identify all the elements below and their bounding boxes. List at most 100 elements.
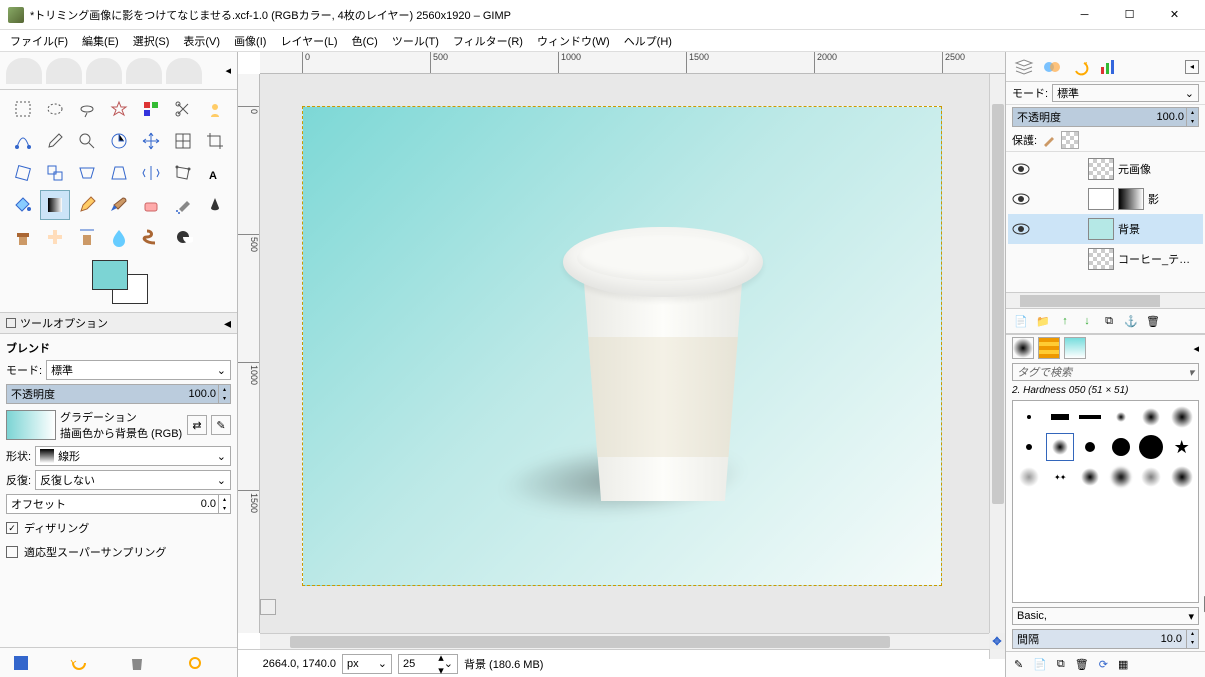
move-tool[interactable] [136, 126, 166, 156]
shear-tool[interactable] [72, 158, 102, 188]
channels-tab[interactable] [1040, 55, 1064, 79]
close-button[interactable]: ✕ [1152, 1, 1197, 29]
anchor-layer-button[interactable]: ⚓ [1122, 312, 1140, 330]
layer-name[interactable]: コーヒー_テイクアウト [1118, 251, 1199, 267]
blur-tool[interactable] [104, 222, 134, 252]
zoom-tool[interactable] [72, 126, 102, 156]
layer-mask-thumbnail[interactable] [1118, 188, 1144, 210]
offset-slider[interactable]: オフセット0.0 ▴▾ [6, 494, 231, 514]
patterns-tab[interactable] [1038, 337, 1060, 359]
menu-color[interactable]: 色(C) [348, 31, 382, 51]
brush-item[interactable] [1076, 463, 1105, 491]
navigate-icon[interactable]: ✥ [989, 633, 1005, 649]
layer-thumbnail[interactable] [1088, 218, 1114, 240]
undo-tab[interactable] [1068, 55, 1092, 79]
paintbrush-tool[interactable] [104, 190, 134, 220]
reset-preset-icon[interactable] [186, 654, 204, 672]
brush-item[interactable] [1015, 433, 1044, 461]
perspective-tool[interactable] [104, 158, 134, 188]
visibility-icon[interactable] [1012, 222, 1030, 236]
duplicate-brush-button[interactable]: ⧉ [1057, 658, 1065, 671]
new-brush-button[interactable]: 📄 [1033, 658, 1047, 671]
gradient-edit-button[interactable]: ✎ [211, 415, 231, 435]
unit-select[interactable]: px⌄ [342, 654, 392, 674]
menu-tool[interactable]: ツール(T) [388, 31, 443, 51]
scissors-tool[interactable] [168, 94, 198, 124]
brush-item[interactable] [1015, 403, 1044, 431]
refresh-brush-button[interactable]: ⟳ [1099, 658, 1108, 671]
maximize-button[interactable]: ☐ [1107, 1, 1152, 29]
brush-item[interactable] [1015, 463, 1044, 491]
brush-item[interactable] [1076, 403, 1105, 431]
minimize-button[interactable]: ─ [1062, 1, 1107, 29]
bucket-fill-tool[interactable] [8, 190, 38, 220]
ellipse-select-tool[interactable] [40, 94, 70, 124]
align-tool[interactable] [168, 126, 198, 156]
dither-checkbox[interactable]: ✓ディザリング [6, 518, 231, 538]
layer-opacity-slider[interactable]: 不透明度100.0 ▴▾ [1012, 107, 1199, 127]
delete-preset-icon[interactable] [128, 654, 146, 672]
paths-tool[interactable] [8, 126, 38, 156]
brush-item[interactable] [1168, 403, 1197, 431]
layer-row[interactable]: 影 [1008, 184, 1203, 214]
gradient-reverse-button[interactable]: ⇄ [187, 415, 207, 435]
brush-preset-select[interactable]: Basic,▾ [1012, 607, 1199, 625]
fuzzy-select-tool[interactable] [104, 94, 134, 124]
mode-select[interactable]: 標準⌄ [46, 360, 231, 380]
perspective-clone-tool[interactable] [72, 222, 102, 252]
cage-tool[interactable] [168, 158, 198, 188]
layer-row[interactable]: コーヒー_テイクアウト [1008, 244, 1203, 274]
brush-item[interactable] [1107, 433, 1136, 461]
lock-pixels-icon[interactable] [1041, 132, 1057, 148]
pencil-tool[interactable] [72, 190, 102, 220]
clone-tool[interactable] [8, 222, 38, 252]
foreground-select-tool[interactable] [200, 94, 230, 124]
toolbox-menu-icon[interactable]: ◂ [225, 64, 231, 77]
shape-select[interactable]: 線形⌄ [35, 446, 231, 466]
brush-dock-menu-icon[interactable]: ◂ [1193, 342, 1199, 355]
repeat-select[interactable]: 反復しない⌄ [35, 470, 231, 490]
lasso-tool[interactable] [72, 94, 102, 124]
brush-item[interactable] [1137, 403, 1166, 431]
vertical-scrollbar[interactable] [989, 74, 1005, 659]
opacity-slider[interactable]: 不透明度100.0 ▴▾ [6, 384, 231, 404]
layer-row[interactable]: 背景 [1008, 214, 1203, 244]
brush-item[interactable] [1107, 463, 1136, 491]
layer-row[interactable]: 元画像 [1008, 154, 1203, 184]
panel-menu-icon[interactable]: ◂ [224, 315, 231, 332]
brush-item[interactable] [1168, 463, 1197, 491]
menu-view[interactable]: 表示(V) [179, 31, 224, 51]
visibility-icon[interactable] [1012, 192, 1030, 206]
delete-brush-button[interactable]: 🗑 [1075, 658, 1089, 671]
layer-down-button[interactable]: ↓ [1078, 312, 1096, 330]
histogram-tab[interactable] [1096, 55, 1120, 79]
layer-thumbnail[interactable] [1088, 188, 1114, 210]
brush-item[interactable] [1107, 403, 1136, 431]
dock-menu-icon[interactable]: ◂ [1185, 60, 1199, 74]
horizontal-scrollbar[interactable] [260, 633, 1005, 649]
menu-file[interactable]: ファイル(F) [6, 31, 72, 51]
foreground-color[interactable] [92, 260, 128, 290]
gradients-tab[interactable] [1064, 337, 1086, 359]
measure-tool[interactable] [104, 126, 134, 156]
menu-image[interactable]: 画像(I) [230, 31, 270, 51]
brushes-tab[interactable] [1012, 337, 1034, 359]
vertical-ruler[interactable]: 0 500 1000 1500 [238, 74, 260, 633]
brush-item[interactable] [1137, 463, 1166, 491]
text-tool[interactable]: A [200, 158, 230, 188]
menu-filter[interactable]: フィルター(R) [449, 31, 527, 51]
restore-preset-icon[interactable] [70, 654, 88, 672]
gradient-swatch[interactable] [6, 410, 56, 440]
eraser-tool[interactable] [136, 190, 166, 220]
edit-brush-button[interactable]: ✎ [1014, 658, 1023, 671]
new-layer-button[interactable]: 📄 [1012, 312, 1030, 330]
zoom-select[interactable]: 25▴▾⌄ [398, 654, 458, 674]
quick-mask-toggle[interactable] [260, 599, 276, 615]
flip-tool[interactable] [136, 158, 166, 188]
brush-item[interactable]: ★ [1168, 433, 1197, 461]
menu-edit[interactable]: 編集(E) [78, 31, 123, 51]
scale-tool[interactable] [40, 158, 70, 188]
menu-select[interactable]: 選択(S) [129, 31, 174, 51]
layer-name[interactable]: 影 [1148, 191, 1199, 207]
ink-tool[interactable] [200, 190, 230, 220]
